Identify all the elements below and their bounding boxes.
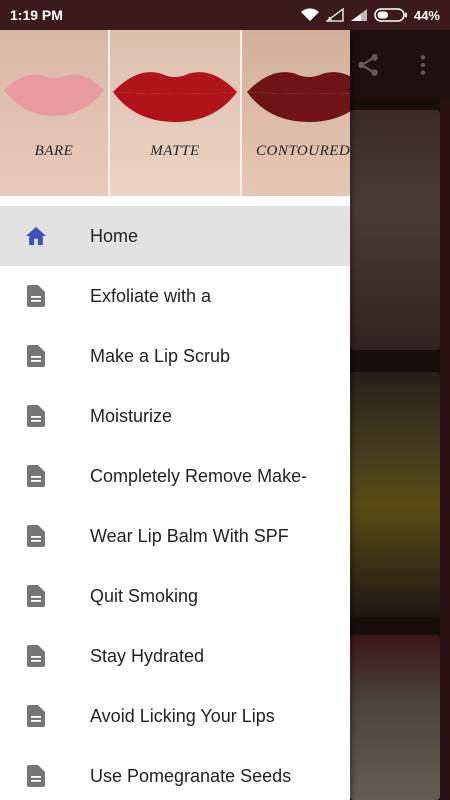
menu-item-home[interactable]: Home: [0, 206, 350, 266]
navigation-drawer: BARE MATTE CONTOURED Home Exfoliate with…: [0, 30, 350, 800]
menu-item-pomegranate[interactable]: Use Pomegranate Seeds: [0, 746, 350, 800]
lip-label: CONTOURED: [256, 143, 350, 159]
lip-label: BARE: [34, 143, 74, 159]
wifi-icon: [300, 7, 320, 23]
signal-icon: x: [325, 8, 344, 22]
document-icon: [24, 284, 48, 308]
document-icon: [24, 644, 48, 668]
menu-item-label: Home: [90, 225, 139, 246]
document-icon: [24, 404, 48, 428]
menu-item-avoid-licking[interactable]: Avoid Licking Your Lips: [0, 686, 350, 746]
menu-item-label: Avoid Licking Your Lips: [90, 705, 275, 726]
battery-icon: [374, 7, 408, 23]
document-icon: [24, 524, 48, 548]
status-icons: x 44%: [300, 7, 440, 23]
document-icon: [24, 464, 48, 488]
menu-item-exfoliate[interactable]: Exfoliate with a: [0, 266, 350, 326]
home-icon: [24, 224, 48, 248]
menu-item-stay-hydrated[interactable]: Stay Hydrated: [0, 626, 350, 686]
menu-item-moisturize[interactable]: Moisturize: [0, 386, 350, 446]
lip-label: MATTE: [150, 143, 200, 159]
lip-panel-bare: BARE: [0, 30, 108, 196]
menu-item-lip-balm-spf[interactable]: Wear Lip Balm With SPF: [0, 506, 350, 566]
menu-item-remove-makeup[interactable]: Completely Remove Make-: [0, 446, 350, 506]
menu-item-label: Wear Lip Balm With SPF: [90, 525, 289, 546]
lip-panel-contoured: CONTOURED: [240, 30, 350, 196]
menu-item-label: Completely Remove Make-: [90, 465, 308, 486]
menu-item-label: Moisturize: [90, 405, 173, 426]
document-icon: [24, 704, 48, 728]
drawer-scrim[interactable]: [350, 30, 450, 800]
menu-item-label: Exfoliate with a: [90, 285, 212, 306]
menu-item-label: Quit Smoking: [90, 585, 199, 606]
svg-text:x: x: [328, 15, 333, 22]
menu-item-quit-smoking[interactable]: Quit Smoking: [0, 566, 350, 626]
lips-image: [4, 74, 104, 116]
battery-percent: 44%: [413, 7, 440, 23]
lips-image: [113, 72, 237, 122]
menu-item-label: Make a Lip Scrub: [90, 345, 231, 366]
lip-panel-matte: MATTE: [108, 30, 240, 196]
lips-image: [246, 72, 350, 122]
menu-item-label: Use Pomegranate Seeds: [90, 765, 292, 786]
menu-item-lip-scrub[interactable]: Make a Lip Scrub: [0, 326, 350, 386]
document-icon: [24, 764, 48, 788]
menu-item-label: Stay Hydrated: [90, 645, 205, 666]
drawer-header-image: BARE MATTE CONTOURED: [0, 30, 350, 196]
status-time: 1:19 PM: [10, 7, 63, 23]
document-icon: [24, 584, 48, 608]
status-bar: 1:19 PM x 44%: [0, 0, 450, 30]
signal-icon-2: [350, 8, 368, 22]
drawer-menu: Home Exfoliate with a Make a Lip Scrub M…: [0, 206, 350, 800]
document-icon: [24, 344, 48, 368]
